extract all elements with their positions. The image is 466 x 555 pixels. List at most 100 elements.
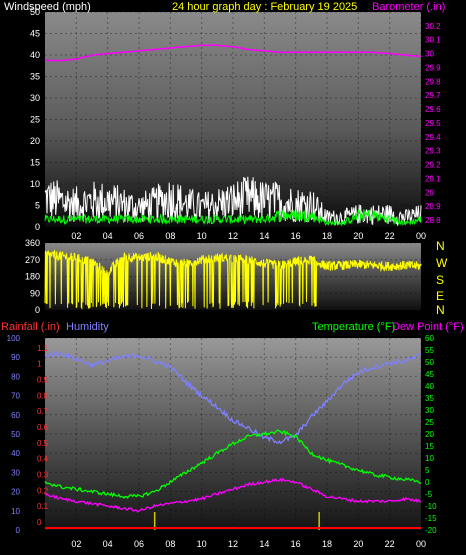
wind-x-tick-label: 08: [165, 231, 175, 241]
humidity-tick-label: 50: [11, 430, 20, 439]
temp-x-tick-label: 10: [197, 539, 207, 549]
wind-tick-label: 5: [35, 201, 40, 211]
temp-tick-label: 50: [425, 358, 434, 367]
humidity-tick-label: 60: [11, 411, 20, 420]
humidity-tick-label: 0: [16, 526, 21, 535]
rain-tick-label: 0.3: [37, 471, 49, 480]
temp-tick-label: 20: [425, 430, 434, 439]
humidity-tick-label: 10: [11, 507, 20, 516]
graph-title: 24 hour graph day : February 19 2025: [172, 1, 357, 13]
dir-letter-s: S: [436, 273, 444, 287]
dewpoint-label: Dew Point (°F): [392, 321, 464, 333]
windspeed-label: Windspeed (mph): [4, 1, 91, 13]
wind-x-tick-label: 06: [134, 231, 144, 241]
rain-tick-label: 0.1: [37, 502, 49, 511]
rain-tick-label: 1: [37, 360, 42, 369]
dir-tick-label: 180: [25, 272, 40, 282]
wind-tick-label: 15: [30, 158, 40, 168]
dir-tick-label: 360: [25, 238, 40, 248]
baro-tick-label: 30.2: [425, 22, 441, 31]
temp-tick-label: 35: [425, 394, 434, 403]
dir-tick-label: 270: [25, 255, 40, 265]
temp-x-tick-label: 22: [385, 539, 395, 549]
rain-tick-label: 0.7: [37, 407, 49, 416]
temp-x-tick-label: 04: [103, 539, 113, 549]
wind-tick-label: 0: [35, 222, 40, 232]
temp-x-tick-label: 20: [353, 539, 363, 549]
humidity-label: Humidity: [66, 321, 109, 333]
wind-x-tick-label: 18: [322, 231, 332, 241]
temp-x-tick-label: 06: [134, 539, 144, 549]
humidity-tick-label: 20: [11, 488, 20, 497]
wind-tick-label: 10: [30, 179, 40, 189]
temp-x-tick-label: 00: [416, 539, 426, 549]
rain-tick-label: 0.4: [37, 455, 49, 464]
rain-tick-label: 0.2: [37, 486, 49, 495]
baro-tick-label: 29.1: [425, 174, 441, 183]
rain-tick-label: 0.5: [37, 439, 49, 448]
wind-x-tick-label: 00: [416, 231, 426, 241]
dir-tick-label: 0: [35, 305, 40, 315]
rain-tick-label: 0.6: [37, 423, 49, 432]
rain-tick-label: 0: [37, 518, 42, 527]
baro-tick-label: 29.2: [425, 161, 441, 170]
rain-tick-label: 1.1: [37, 344, 49, 353]
temp-tick-label: 55: [425, 346, 434, 355]
wind-tick-label: 45: [30, 29, 40, 39]
wind-tick-label: 20: [30, 136, 40, 146]
wind-x-tick-label: 14: [259, 231, 269, 241]
temp-x-tick-label: 14: [259, 539, 269, 549]
rainfall-label: Rainfall (.in): [1, 321, 60, 333]
wind-x-tick-label: 04: [103, 231, 113, 241]
wind-tick-label: 30: [30, 93, 40, 103]
temp-tick-label: -10: [425, 502, 437, 511]
temp-x-tick-label: 08: [165, 539, 175, 549]
baro-tick-label: 28.9: [425, 202, 441, 211]
temp-tick-label: -15: [425, 514, 437, 523]
humidity-tick-label: 70: [11, 392, 20, 401]
wind-tick-label: 35: [30, 72, 40, 82]
dir-letter-e: E: [436, 289, 444, 303]
temp-tick-label: 45: [425, 370, 434, 379]
temp-x-tick-label: 16: [291, 539, 301, 549]
temp-tick-label: 5: [425, 466, 430, 475]
temp-tick-label: 10: [425, 454, 434, 463]
weather-chart-svg: 0510152025303540455028.828.92929.129.229…: [1, 1, 464, 549]
wind-tick-label: 40: [30, 50, 40, 60]
humidity-tick-label: 80: [11, 372, 20, 381]
baro-tick-label: 29.8: [425, 77, 441, 86]
baro-tick-label: 29.4: [425, 133, 441, 142]
humidity-tick-label: 30: [11, 468, 20, 477]
baro-tick-label: 29.5: [425, 119, 441, 128]
wind-tick-label: 25: [30, 115, 40, 125]
rain-tick-label: 0.8: [37, 391, 49, 400]
baro-tick-label: 30.1: [425, 36, 441, 45]
dir-tick-label: 90: [30, 288, 40, 298]
dir-letter-w: W: [436, 256, 448, 270]
baro-tick-label: 29.6: [425, 105, 441, 114]
temp-tick-label: 60: [425, 334, 434, 343]
baro-tick-label: 28.8: [425, 216, 441, 225]
humidity-tick-label: 90: [11, 353, 20, 362]
temp-tick-label: -5: [425, 490, 433, 499]
baro-tick-label: 30: [425, 50, 434, 59]
barometer-label: Barometer (.in): [372, 1, 445, 13]
wind-x-tick-label: 16: [291, 231, 301, 241]
rain-tick-label: 0.9: [37, 376, 49, 385]
dir-letter-n-top: N: [436, 239, 445, 253]
temperature-label: Temperature (°F): [312, 321, 395, 333]
baro-tick-label: 29.7: [425, 91, 441, 100]
temp-tick-label: 40: [425, 382, 434, 391]
temp-x-tick-label: 12: [228, 539, 238, 549]
dir-letter-n-bottom: N: [436, 303, 445, 317]
baro-tick-label: 29.3: [425, 147, 441, 156]
weather-graph: 0 5 10 15 20 25 30 35 40 45 50 28.8 28.9 29 29.1 29.2 29…: [0, 0, 466, 555]
temp-tick-label: -20: [425, 526, 437, 535]
baro-tick-label: 29.9: [425, 63, 441, 72]
wind-x-tick-label: 02: [71, 231, 81, 241]
temp-tick-label: 30: [425, 406, 434, 415]
wind-x-tick-label: 12: [228, 231, 238, 241]
temp-tick-label: 15: [425, 442, 434, 451]
humidity-tick-label: 40: [11, 449, 20, 458]
temp-tick-label: 0: [425, 478, 430, 487]
